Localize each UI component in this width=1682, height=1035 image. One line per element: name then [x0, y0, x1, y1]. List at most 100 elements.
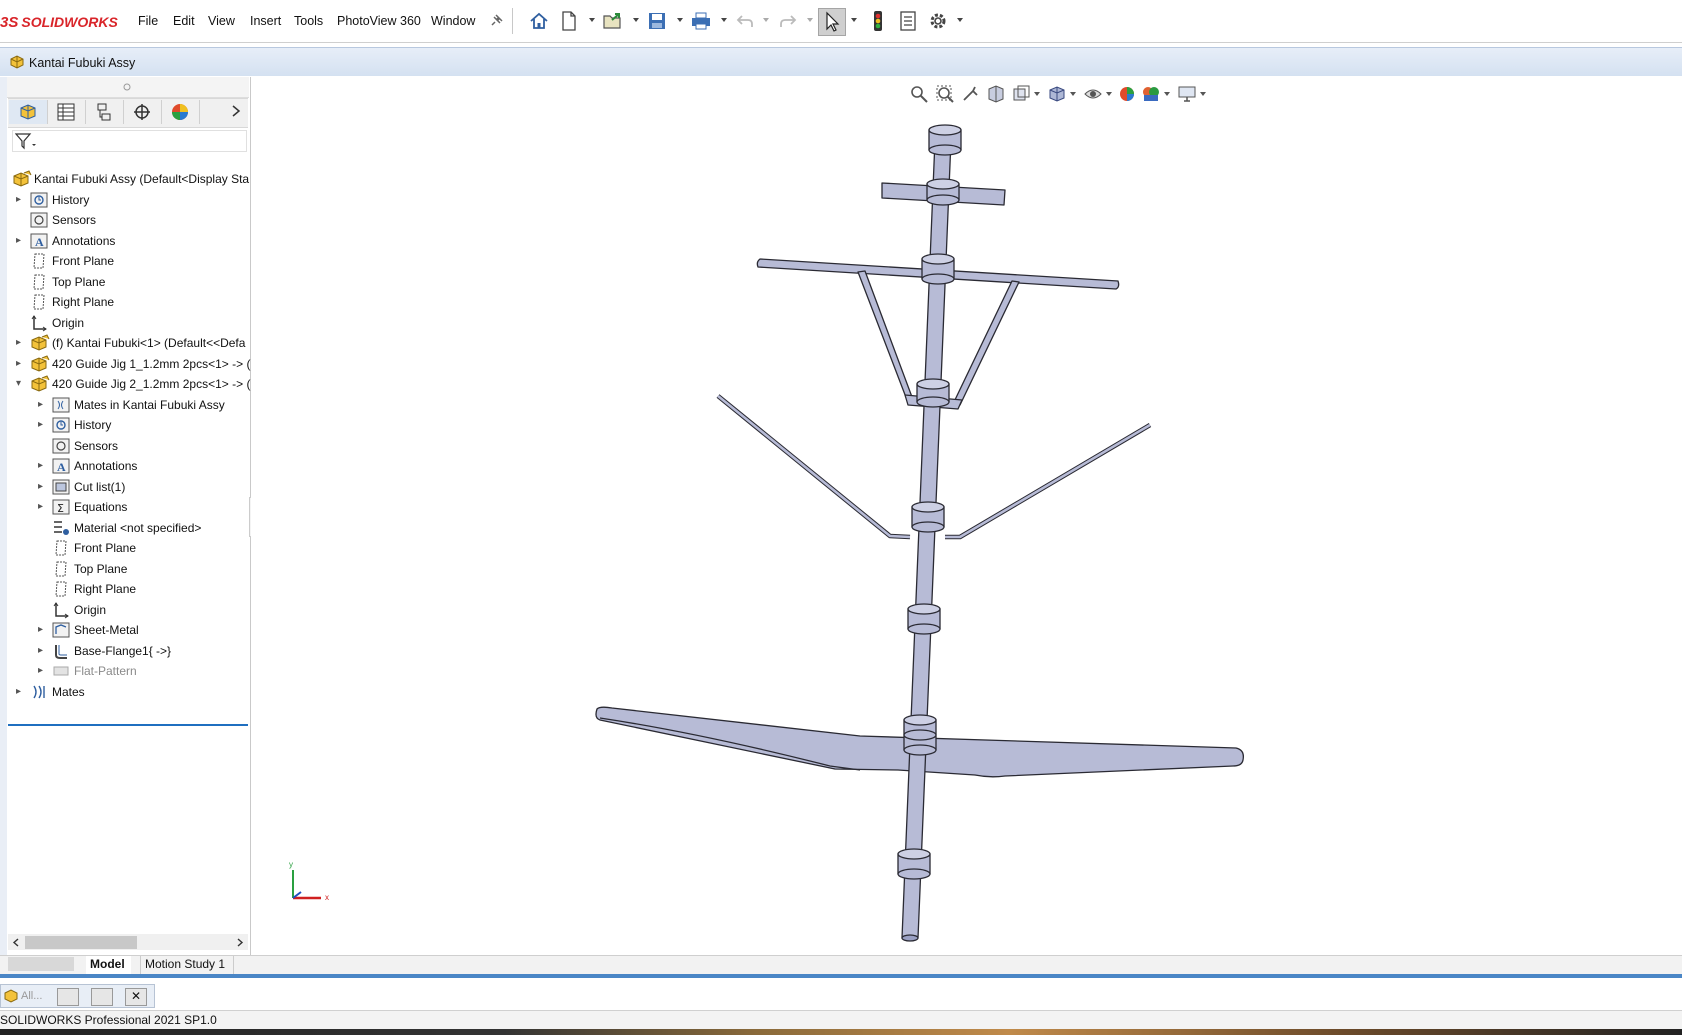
- expand-arrow-icon[interactable]: ▸: [16, 686, 26, 698]
- tree-item-label: Origin: [52, 315, 85, 330]
- print-dropdown-icon[interactable]: [720, 16, 728, 24]
- tab-model[interactable]: Model: [86, 956, 131, 974]
- open-icon[interactable]: [602, 10, 624, 32]
- svg-text:Σ: Σ: [57, 502, 64, 515]
- save-icon[interactable]: [646, 10, 668, 32]
- tab-dimxpert-manager[interactable]: [123, 100, 162, 124]
- tree-item[interactable]: ▸ Mates: [0, 682, 243, 702]
- tree-item[interactable]: Material <not specified>: [0, 518, 243, 538]
- tree-item[interactable]: ▸ 420 Guide Jig 1_1.2mm 2pcs<1> -> (: [0, 354, 250, 374]
- tree-item[interactable]: ▸ Mates in Kantai Fubuki Assy: [0, 395, 243, 415]
- open-dropdown-icon[interactable]: [632, 16, 640, 24]
- tree-item[interactable]: Right Plane: [0, 579, 243, 599]
- filter-row[interactable]: [12, 130, 247, 152]
- expand-arrow-icon[interactable]: ▸: [16, 358, 26, 370]
- tree-root[interactable]: Kantai Fubuki Assy (Default<Display Sta: [0, 169, 249, 189]
- tree-item[interactable]: ▸ A Annotations: [0, 456, 243, 476]
- tree-item[interactable]: ▸ Flat-Pattern: [0, 661, 243, 681]
- graphics-viewport[interactable]: y x: [251, 77, 1682, 955]
- tab-motion-study[interactable]: Motion Study 1: [140, 956, 235, 974]
- menu-window[interactable]: Window: [431, 14, 475, 28]
- tab-scroll-right-icon[interactable]: [230, 104, 242, 118]
- minimized-window-bar[interactable]: All... ✕: [0, 984, 155, 1008]
- tree-item[interactable]: ▸ Σ Equations: [0, 497, 243, 517]
- tab-configuration-manager[interactable]: [85, 100, 124, 124]
- tree-item[interactable]: ▸ A Annotations: [0, 231, 243, 251]
- tree-item[interactable]: Sensors: [0, 210, 243, 230]
- expand-arrow-icon[interactable]: ▸: [38, 419, 48, 431]
- plane-icon: [52, 560, 70, 578]
- tree-item[interactable]: Top Plane: [0, 272, 243, 292]
- tree-item[interactable]: Right Plane: [0, 292, 243, 312]
- tree-item[interactable]: ▸ (f) Kantai Fubuki<1> (Default<<Defa: [0, 333, 245, 353]
- expand-arrow-icon[interactable]: ▸: [16, 235, 26, 247]
- pin-icon[interactable]: [485, 10, 507, 32]
- print-icon[interactable]: [690, 10, 712, 32]
- tab-display-manager[interactable]: [161, 100, 200, 124]
- tree-item[interactable]: ▸ History: [0, 190, 243, 210]
- panel-splitter[interactable]: [7, 77, 249, 98]
- flat-pattern-icon: [52, 662, 70, 680]
- tree-item[interactable]: Top Plane: [0, 559, 243, 579]
- filter-icon[interactable]: [15, 132, 37, 150]
- redo-dropdown-icon[interactable]: [806, 16, 814, 24]
- menu-edit[interactable]: Edit: [173, 14, 195, 28]
- expand-arrow-icon[interactable]: ▸: [38, 460, 48, 472]
- tree-item[interactable]: ▸ History: [0, 415, 243, 435]
- tree-item[interactable]: Origin: [0, 600, 243, 620]
- part-icon: [12, 170, 32, 188]
- tree-item[interactable]: Sensors: [0, 436, 243, 456]
- kantai-fubuki-guide-jig-model[interactable]: [595, 124, 1244, 942]
- undo-icon[interactable]: [734, 10, 756, 32]
- tree-item[interactable]: ▸ Sheet-Metal: [0, 620, 243, 640]
- select-button[interactable]: [818, 8, 846, 36]
- menu-insert[interactable]: Insert: [250, 14, 281, 28]
- tab-feature-manager[interactable]: [9, 100, 48, 124]
- rebuild-traffic-light-icon[interactable]: [867, 10, 889, 32]
- restore-icon[interactable]: [57, 988, 79, 1006]
- tree-item[interactable]: Front Plane: [0, 251, 243, 271]
- new-dropdown-icon[interactable]: [588, 16, 596, 24]
- scroll-right-icon[interactable]: [234, 936, 246, 949]
- scroll-left-icon[interactable]: [10, 936, 22, 949]
- select-dropdown-icon[interactable]: [850, 16, 858, 24]
- document-title: Kantai Fubuki Assy: [29, 56, 136, 70]
- expand-arrow-icon[interactable]: ▸: [38, 665, 48, 677]
- tab-property-manager[interactable]: [47, 100, 86, 124]
- expand-arrow-icon[interactable]: ▸: [16, 194, 26, 206]
- options-gear-icon[interactable]: [927, 10, 949, 32]
- file-properties-icon[interactable]: [897, 10, 919, 32]
- home-icon[interactable]: [528, 10, 550, 32]
- expand-arrow-icon[interactable]: ▸: [38, 501, 48, 513]
- save-dropdown-icon[interactable]: [676, 16, 684, 24]
- tree-item[interactable]: Front Plane: [0, 538, 243, 558]
- model-rendering[interactable]: [251, 77, 1682, 955]
- maximize-icon[interactable]: [91, 988, 113, 1006]
- collapse-arrow-icon[interactable]: ▾: [16, 378, 26, 390]
- expand-arrow-icon[interactable]: ▸: [16, 337, 26, 349]
- tree-item[interactable]: ▸ Base-Flange1{ ->}: [0, 641, 243, 661]
- tree-item[interactable]: Origin: [0, 313, 243, 333]
- expand-arrow-icon[interactable]: ▸: [38, 481, 48, 493]
- tree-end-marker[interactable]: [8, 724, 248, 726]
- new-document-icon[interactable]: [558, 10, 580, 32]
- menu-tools[interactable]: Tools: [294, 14, 323, 28]
- expand-arrow-icon[interactable]: ▸: [38, 624, 48, 636]
- expand-arrow-icon[interactable]: ▸: [38, 645, 48, 657]
- redo-icon[interactable]: [777, 10, 799, 32]
- options-dropdown-icon[interactable]: [956, 16, 964, 24]
- tab-nav-arrows[interactable]: [8, 957, 74, 971]
- tree-item-label: Sensors: [74, 438, 119, 453]
- scrollbar-thumb[interactable]: [25, 936, 137, 949]
- expand-arrow-icon[interactable]: ▸: [38, 399, 48, 411]
- undo-dropdown-icon[interactable]: [762, 16, 770, 24]
- solidworks-logo[interactable]: 3S SOLIDWORKS: [0, 12, 118, 32]
- tree-item-label: History: [52, 192, 90, 207]
- menu-view[interactable]: View: [208, 14, 235, 28]
- tree-item-label: History: [74, 418, 112, 432]
- tree-item[interactable]: ▸ Cut list(1): [0, 477, 243, 497]
- tree-item[interactable]: ▾ 420 Guide Jig 2_1.2mm 2pcs<1> -> (: [0, 374, 250, 394]
- menu-file[interactable]: File: [138, 14, 158, 28]
- menu-photoview-360[interactable]: PhotoView 360: [337, 14, 421, 28]
- close-icon[interactable]: ✕: [125, 988, 147, 1006]
